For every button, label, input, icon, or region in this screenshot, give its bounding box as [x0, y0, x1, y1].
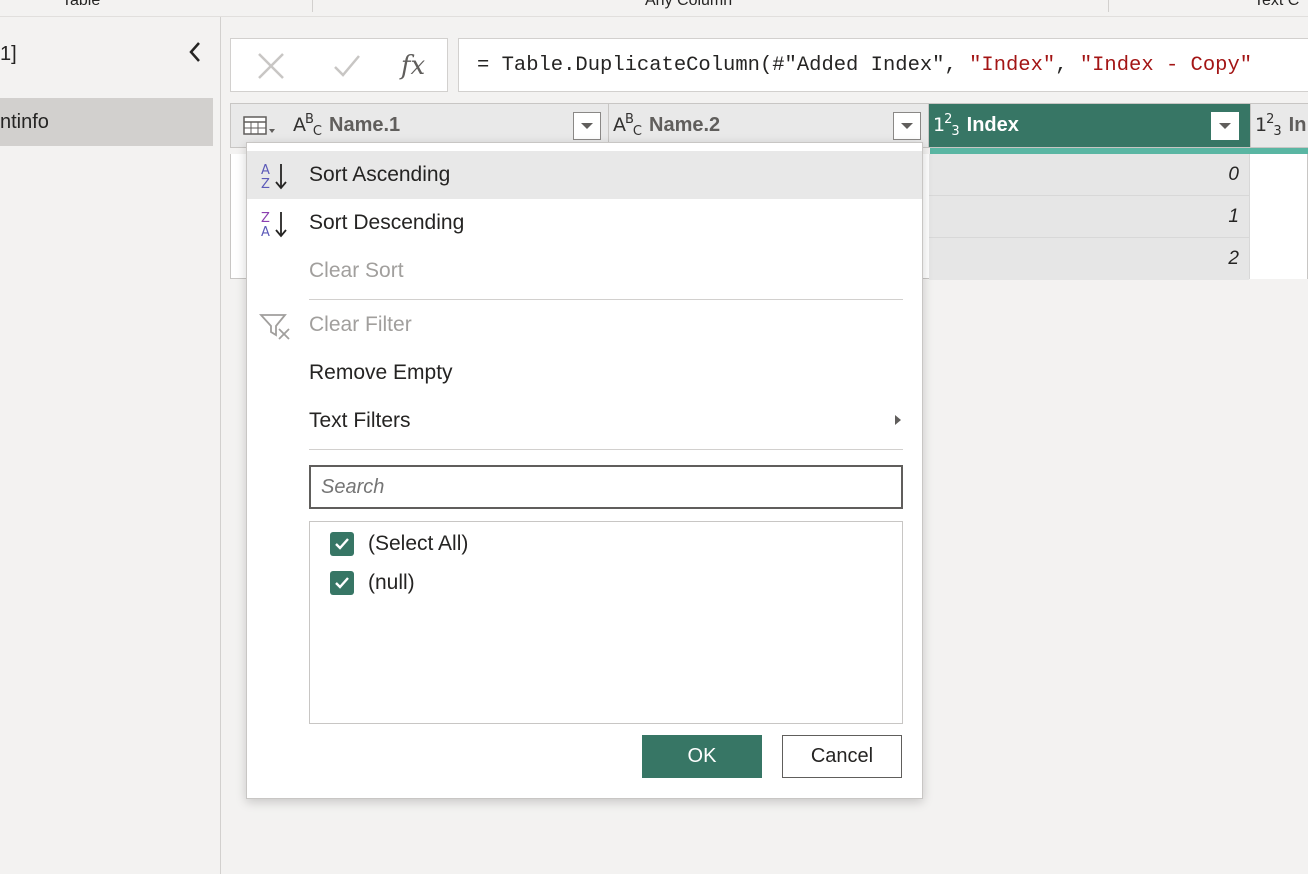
close-icon [258, 53, 284, 79]
ribbon-strip: Table Any Column Text C [0, 0, 1308, 17]
svg-text:Z: Z [261, 177, 270, 191]
column-filter-button[interactable] [1211, 112, 1239, 140]
formula-bar-buttons: fx [230, 38, 448, 92]
menu-item-sort-descending[interactable]: Z A Sort Descending [247, 199, 922, 247]
ribbon-separator [1108, 0, 1109, 12]
filter-value-label: (Select All) [368, 532, 469, 555]
filter-value-null[interactable]: (null) [330, 567, 415, 599]
checkmark-icon [334, 55, 360, 77]
svg-text:A: A [261, 225, 270, 239]
menu-item-sort-ascending[interactable]: A Z Sort Ascending [247, 151, 922, 199]
menu-separator [309, 449, 903, 450]
menu-item-text-filters[interactable]: Text Filters [247, 397, 922, 445]
ribbon-separator [312, 0, 313, 12]
menu-item-clear-sort[interactable]: Clear Sort [247, 247, 922, 295]
sort-descending-icon: Z A [261, 211, 287, 239]
formula-text: = Table.DuplicateColumn(#"Added Index", [477, 54, 970, 77]
filter-value-select-all[interactable]: (Select All) [330, 528, 468, 560]
checkbox-checked-icon[interactable] [330, 571, 354, 595]
svg-text:A: A [261, 163, 270, 178]
sort-ascending-icon: A Z [261, 163, 287, 191]
chevron-down-icon [581, 123, 593, 129]
cancel-button[interactable]: Cancel [782, 735, 902, 778]
formula-input[interactable]: = Table.DuplicateColumn(#"Added Index", … [458, 38, 1308, 92]
menu-item-label: Sort Descending [309, 211, 465, 234]
table-menu-button[interactable] [231, 104, 289, 147]
insert-function-button[interactable]: fx [393, 49, 433, 83]
menu-separator [309, 299, 903, 300]
queries-count: 1] [0, 43, 17, 65]
column-header-index-copy[interactable]: 123 In [1251, 104, 1308, 147]
table-cell[interactable]: 0 [929, 154, 1249, 196]
commit-formula-button[interactable] [327, 49, 367, 83]
menu-item-label: Clear Filter [309, 313, 412, 336]
collapse-pane-button[interactable] [180, 37, 210, 67]
column-name: Name.2 [649, 114, 721, 136]
cancel-formula-button[interactable] [251, 49, 291, 83]
clear-filter-icon [259, 314, 290, 340]
table-cell[interactable] [1249, 154, 1307, 279]
column-name: In [1288, 114, 1307, 136]
number-type-icon: 123 [1255, 112, 1282, 139]
table-cell[interactable]: 1 [929, 196, 1249, 238]
text-type-icon: ABC [613, 112, 642, 139]
column-name: Name.1 [329, 114, 401, 136]
menu-item-label: Text Filters [309, 409, 411, 432]
queries-pane: 1] ntinfo [0, 17, 221, 874]
ribbon-group-text-column: Text C [1254, 0, 1300, 9]
number-type-icon: 123 [933, 112, 960, 139]
svg-text:Z: Z [261, 211, 270, 226]
menu-item-clear-filter[interactable]: Clear Filter [247, 301, 922, 349]
ok-button[interactable]: OK [642, 735, 762, 778]
filter-value-list: (Select All) (null) [309, 521, 903, 724]
chevron-down-icon [1219, 123, 1231, 129]
query-item[interactable]: ntinfo [0, 98, 213, 146]
query-item-label: ntinfo [0, 110, 49, 133]
ribbon-group-any-column: Any Column [645, 0, 733, 9]
formula-string: "Index" [969, 54, 1056, 77]
filter-search-input[interactable] [309, 465, 903, 509]
menu-item-label: Clear Sort [309, 259, 404, 282]
text-type-icon: ABC [293, 112, 322, 139]
table-icon [243, 115, 275, 135]
formula-string: "Index - Copy" [1079, 54, 1253, 77]
column-header-index[interactable]: 123 Index [929, 104, 1251, 147]
column-header-name-2[interactable]: ABC Name.2 [609, 104, 929, 147]
filter-value-label: (null) [368, 571, 415, 594]
chevron-down-icon [901, 123, 913, 129]
menu-item-label: Remove Empty [309, 361, 453, 384]
chevron-right-icon [895, 415, 901, 425]
column-name: Index [966, 114, 1019, 136]
column-header-name-1[interactable]: ABC Name.1 [289, 104, 609, 147]
column-filter-menu: A Z Sort Ascending Z A Sort Descending C… [246, 142, 923, 799]
ribbon-group-table: Table [62, 0, 101, 9]
chevron-left-icon [189, 42, 200, 62]
column-filter-button[interactable] [893, 112, 921, 140]
menu-item-label: Sort Ascending [309, 163, 451, 186]
checkbox-checked-icon[interactable] [330, 532, 354, 556]
menu-item-remove-empty[interactable]: Remove Empty [247, 349, 922, 397]
formula-separator: , [1055, 54, 1080, 77]
column-filter-button[interactable] [573, 112, 601, 140]
table-cell[interactable]: 2 [929, 238, 1249, 280]
